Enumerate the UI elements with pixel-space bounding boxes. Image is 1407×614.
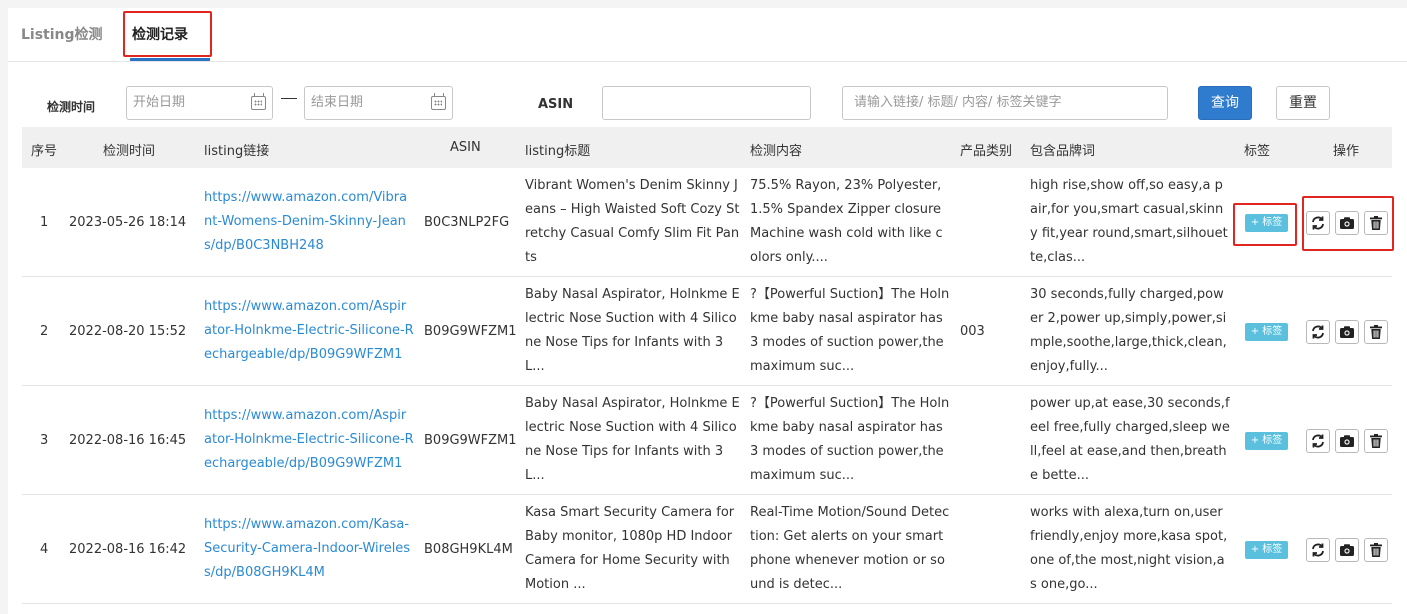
table-row: 3 2022-08-16 16:45 https://www.amazon.com/…	[22, 386, 1392, 495]
delete-button[interactable]	[1364, 319, 1388, 344]
row-content: ?【Powerful Suction】The Holnkme baby nasa…	[750, 396, 950, 483]
header-time: 检测时间	[103, 144, 156, 159]
header-content: 检测内容	[750, 144, 803, 159]
asin-label: ASIN	[538, 97, 574, 112]
keyword-placeholder: 请输入链接/ 标题/ 内容/ 标签关键字	[854, 95, 1062, 110]
row-index: 1	[40, 214, 49, 230]
row-title: Baby Nasal Aspirator, Holnkme Electric N…	[525, 396, 740, 483]
active-tab-indicator	[130, 58, 210, 61]
query-button[interactable]: 查询	[1198, 86, 1252, 120]
header-index: 序号	[31, 144, 58, 159]
filter-bar: 检测时间 开始日期 结束日期 ASIN 请输入链接/ 标题/ 内容/ 标签关键字…	[8, 62, 1407, 128]
reset-button[interactable]: 重置	[1276, 86, 1330, 120]
header-brand-words: 包含品牌词	[1030, 144, 1096, 159]
row-index: 4	[40, 541, 49, 557]
row-time: 2022-08-20 15:52	[69, 323, 187, 339]
add-tag-button[interactable]: + 标签	[1245, 213, 1288, 232]
row-link[interactable]: https://www.amazon.com/Aspirator-Holnkme…	[204, 295, 414, 367]
row-time: 2022-08-16 16:45	[69, 432, 187, 448]
row-title: Vibrant Women's Denim Skinny Jeans – Hig…	[525, 178, 740, 265]
tab-listing-check[interactable]: Listing检测	[21, 20, 103, 54]
row-brand-words: high rise,show off,so easy,a pair,for yo…	[1030, 178, 1228, 265]
main-panel: Listing检测 检测记录 检测时间 开始日期 结束日期 ASIN 请输入链接…	[8, 8, 1407, 614]
asin-input[interactable]	[602, 86, 811, 120]
screenshot-button[interactable]	[1335, 537, 1359, 562]
add-tag-button[interactable]: + 标签	[1245, 431, 1288, 450]
calendar-icon	[251, 93, 266, 110]
header-actions: 操作	[1333, 144, 1360, 159]
tab-check-records[interactable]: 检测记录	[132, 20, 188, 54]
row-content: ?【Powerful Suction】The Holnkme baby nasa…	[750, 287, 950, 374]
refresh-button[interactable]	[1306, 537, 1330, 562]
tab-bar: Listing检测 检测记录	[8, 8, 1407, 62]
table-row: 1 2023-05-26 18:14 https://www.amazon.com/…	[22, 168, 1392, 277]
row-index: 2	[40, 323, 49, 339]
screenshot-button[interactable]	[1335, 210, 1359, 235]
keyword-input[interactable]: 请输入链接/ 标题/ 内容/ 标签关键字	[842, 86, 1168, 120]
delete-button[interactable]	[1364, 537, 1388, 562]
header-tag: 标签	[1244, 144, 1271, 159]
table-row: 4 2022-08-16 16:42 https://www.amazon.com/…	[22, 495, 1392, 604]
calendar-icon	[431, 93, 446, 110]
table-header: 序号 检测时间 listing链接 ASIN listing标题 检测内容 产品…	[22, 127, 1392, 168]
add-tag-button[interactable]: + 标签	[1245, 540, 1288, 559]
row-content: 75.5% Rayon, 23% Polyester, 1.5% Spandex…	[750, 178, 943, 265]
end-date-placeholder: 结束日期	[311, 95, 364, 110]
date-range-separator	[281, 98, 297, 99]
refresh-button[interactable]	[1306, 210, 1330, 235]
table-row: 2 2022-08-20 15:52 https://www.amazon.com/…	[22, 277, 1392, 386]
row-brand-words: power up,at ease,30 seconds,feel free,fu…	[1030, 396, 1230, 483]
row-brand-words: works with alexa,turn on,user friendly,e…	[1030, 505, 1228, 592]
refresh-button[interactable]	[1306, 428, 1330, 453]
row-content: Real-Time Motion/Sound Detection: Get al…	[750, 505, 950, 592]
header-link: listing链接	[204, 144, 270, 159]
screenshot-button[interactable]	[1335, 428, 1359, 453]
row-asin: B08GH9KL4M	[424, 541, 513, 557]
screenshot-button[interactable]	[1335, 319, 1359, 344]
row-asin: B0C3NLP2FG	[424, 214, 510, 230]
refresh-button[interactable]	[1306, 319, 1330, 344]
start-date-input[interactable]: 开始日期	[126, 86, 273, 120]
header-title: listing标题	[525, 144, 591, 159]
header-category: 产品类别	[960, 144, 1013, 159]
start-date-placeholder: 开始日期	[133, 95, 186, 110]
header-asin: ASIN	[450, 140, 481, 155]
delete-button[interactable]	[1364, 428, 1388, 453]
row-brand-words: 30 seconds,fully charged,power 2,power u…	[1030, 287, 1227, 374]
delete-button[interactable]	[1364, 210, 1388, 235]
row-time: 2022-08-16 16:42	[69, 541, 187, 557]
row-category: 003	[960, 323, 985, 339]
time-label: 检测时间	[47, 100, 96, 114]
end-date-input[interactable]: 结束日期	[304, 86, 453, 120]
row-title: Baby Nasal Aspirator, Holnkme Electric N…	[525, 287, 740, 374]
row-link[interactable]: https://www.amazon.com/Aspirator-Holnkme…	[204, 404, 414, 476]
row-title: Kasa Smart Security Camera for Baby moni…	[525, 505, 735, 592]
row-link[interactable]: https://www.amazon.com/Vibrant-Womens-De…	[204, 186, 414, 258]
row-index: 3	[40, 432, 49, 448]
row-asin: B09G9WFZM1	[424, 432, 517, 448]
row-link[interactable]: https://www.amazon.com/Kasa-Security-Cam…	[204, 513, 414, 585]
row-time: 2023-05-26 18:14	[69, 214, 187, 230]
row-asin: B09G9WFZM1	[424, 323, 517, 339]
add-tag-button[interactable]: + 标签	[1245, 322, 1288, 341]
